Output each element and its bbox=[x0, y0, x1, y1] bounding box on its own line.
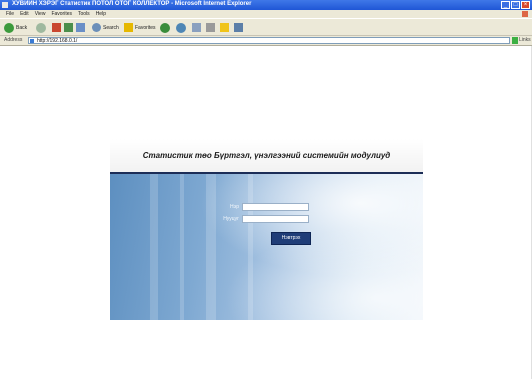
login-panel: Статистик төо Бүртгэл, үнэлгээний систем… bbox=[110, 139, 423, 320]
window-controls: _ □ × bbox=[501, 1, 530, 9]
menu-bar: File Edit View Favorites Tools Help bbox=[0, 10, 532, 18]
home-icon bbox=[76, 23, 85, 32]
address-url: http://192.168.0.1/ bbox=[37, 38, 78, 44]
maximize-button[interactable]: □ bbox=[511, 1, 520, 9]
back-arrow-icon bbox=[4, 22, 14, 33]
refresh-icon bbox=[64, 23, 73, 32]
username-label: Нэр bbox=[230, 204, 239, 210]
edit-button[interactable] bbox=[220, 22, 229, 33]
history-icon bbox=[176, 22, 186, 33]
home-button[interactable] bbox=[76, 22, 85, 33]
window-title: ХУВИЙН ХЭРЭГ Статистик ПОТОЛ ОТОГ КОЛЛЕК… bbox=[12, 1, 252, 7]
address-input[interactable]: http://192.168.0.1/ bbox=[28, 37, 510, 44]
username-row: Нэр bbox=[215, 203, 309, 211]
menu-view[interactable]: View bbox=[35, 10, 46, 18]
stop-button[interactable] bbox=[52, 22, 61, 33]
print-button[interactable] bbox=[206, 22, 215, 33]
light-streak bbox=[150, 174, 158, 320]
address-bar: Address http://192.168.0.1/ Links bbox=[0, 36, 532, 46]
mail-button[interactable] bbox=[192, 22, 201, 33]
minimize-button[interactable]: _ bbox=[501, 1, 510, 9]
window-title-bar: ХУВИЙН ХЭРЭГ Статистик ПОТОЛ ОТОГ КОЛЛЕК… bbox=[0, 0, 532, 10]
media-button[interactable] bbox=[160, 22, 170, 33]
menu-edit[interactable]: Edit bbox=[20, 10, 29, 18]
login-title: Статистик төо Бүртгэл, үнэлгээний систем… bbox=[142, 151, 391, 160]
search-icon bbox=[92, 23, 101, 32]
username-field[interactable] bbox=[242, 203, 309, 211]
password-label: Нууцүг bbox=[223, 216, 239, 222]
page-favicon-icon bbox=[30, 39, 34, 43]
edit-icon bbox=[220, 23, 229, 32]
search-button[interactable]: Search bbox=[92, 22, 119, 33]
close-button[interactable]: × bbox=[521, 1, 530, 9]
menu-help[interactable]: Help bbox=[96, 10, 106, 18]
messenger-button[interactable] bbox=[234, 22, 243, 33]
login-button[interactable]: Нэвтрэх bbox=[271, 232, 311, 245]
mail-icon bbox=[192, 23, 201, 32]
forward-arrow-icon bbox=[36, 22, 46, 33]
light-streak bbox=[206, 174, 216, 320]
address-label: Address bbox=[4, 37, 23, 43]
login-header: Статистик төо Бүртгэл, үнэлгээний систем… bbox=[110, 139, 423, 172]
forward-button[interactable] bbox=[36, 22, 46, 33]
back-label: Back bbox=[16, 24, 28, 31]
toolbar: Back Search Favorites bbox=[0, 18, 532, 36]
ie-app-icon bbox=[2, 2, 8, 8]
menu-file[interactable]: File bbox=[6, 10, 14, 18]
media-icon bbox=[160, 22, 170, 33]
windows-logo-icon bbox=[522, 11, 528, 17]
menu-favorites[interactable]: Favorites bbox=[51, 10, 72, 18]
links-label[interactable]: Links bbox=[519, 37, 531, 43]
password-row: Нууцүг bbox=[215, 215, 309, 223]
menu-tools[interactable]: Tools bbox=[78, 10, 90, 18]
refresh-button[interactable] bbox=[64, 22, 73, 33]
back-button[interactable]: Back bbox=[4, 22, 27, 33]
history-button[interactable] bbox=[176, 22, 186, 33]
light-streak bbox=[180, 174, 184, 320]
star-icon bbox=[124, 23, 133, 32]
print-icon bbox=[206, 23, 215, 32]
search-label: Search bbox=[103, 24, 119, 31]
favorites-button[interactable]: Favorites bbox=[124, 22, 156, 33]
favorites-label: Favorites bbox=[135, 24, 156, 31]
messenger-icon bbox=[234, 23, 243, 32]
light-streak bbox=[248, 174, 253, 320]
go-button[interactable] bbox=[512, 37, 518, 44]
stop-icon bbox=[52, 23, 61, 32]
password-field[interactable] bbox=[242, 215, 309, 223]
login-background: Нэр Нууцүг Нэвтрэх bbox=[110, 174, 423, 320]
